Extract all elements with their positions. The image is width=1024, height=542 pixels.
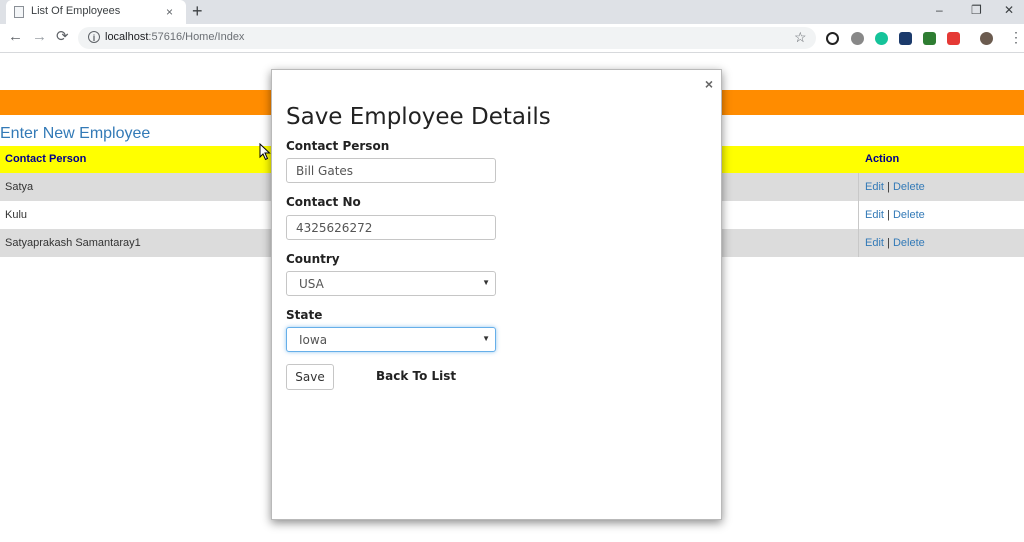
state-label: State xyxy=(286,308,323,322)
action-separator: | xyxy=(887,237,890,249)
extension-sync-icon[interactable] xyxy=(826,32,839,45)
save-employee-modal: × Save Employee Details Contact Person C… xyxy=(271,69,722,520)
chevron-down-icon: ▼ xyxy=(482,334,490,343)
modal-title: Save Employee Details xyxy=(286,104,551,130)
delete-link[interactable]: Delete xyxy=(893,209,925,221)
url-path: :57616/Home/Index xyxy=(148,31,245,43)
pocket-icon[interactable] xyxy=(947,32,960,45)
profile-avatar[interactable] xyxy=(980,32,993,45)
url-text: localhost:57616/Home/Index xyxy=(105,31,244,43)
contact-person-cell: Satya xyxy=(5,181,34,193)
url-host: localhost xyxy=(105,31,149,43)
chevron-down-icon: ▼ xyxy=(482,278,490,287)
delete-link[interactable]: Delete xyxy=(893,181,925,193)
back-arrow-icon[interactable]: ← xyxy=(8,28,23,46)
grammarly-icon[interactable] xyxy=(875,32,888,45)
site-info-icon[interactable]: i xyxy=(88,31,100,43)
state-select[interactable]: Iowa ▼ xyxy=(286,327,496,352)
extension-chart-icon[interactable] xyxy=(899,32,912,45)
minimize-icon[interactable]: – xyxy=(936,2,943,18)
edit-link[interactable]: Edit xyxy=(865,237,884,249)
action-separator: | xyxy=(887,209,890,221)
edit-link[interactable]: Edit xyxy=(865,181,884,193)
reload-icon[interactable]: ⟳ xyxy=(56,28,69,46)
save-button[interactable]: Save xyxy=(286,364,334,390)
extension-download-icon[interactable] xyxy=(923,32,936,45)
action-cell: Edit | Delete xyxy=(865,209,925,221)
contact-person-input[interactable] xyxy=(286,158,496,183)
browser-tab[interactable]: List Of Employees × xyxy=(6,0,186,24)
mouse-cursor-icon xyxy=(259,143,271,161)
browser-toolbar: ← → ⟳ i localhost:57616/Home/Index ☆ xyxy=(0,24,1024,53)
back-to-list-link[interactable]: Back To List xyxy=(376,369,456,383)
action-cell: Edit | Delete xyxy=(865,237,925,249)
bookmark-star-icon[interactable]: ☆ xyxy=(794,29,807,46)
column-divider xyxy=(858,229,859,257)
country-select[interactable]: USA ▼ xyxy=(286,271,496,296)
contact-person-label: Contact Person xyxy=(286,139,390,153)
extension-circle-icon[interactable] xyxy=(851,32,864,45)
address-bar[interactable]: i localhost:57616/Home/Index ☆ xyxy=(78,27,816,49)
contact-person-cell: Satyaprakash Samantaray1 xyxy=(5,237,141,249)
restore-icon[interactable]: ❐ xyxy=(971,2,982,18)
edit-link[interactable]: Edit xyxy=(865,209,884,221)
action-cell: Edit | Delete xyxy=(865,181,925,193)
column-divider xyxy=(858,201,859,229)
browser-tab-strip: List Of Employees × + – ❐ ✕ xyxy=(0,0,1024,24)
country-selected-value: USA xyxy=(299,277,324,291)
enter-new-employee-link[interactable]: Enter New Employee xyxy=(0,125,150,143)
delete-link[interactable]: Delete xyxy=(893,237,925,249)
state-selected-value: Iowa xyxy=(299,333,328,347)
modal-close-icon[interactable]: × xyxy=(705,76,713,92)
forward-arrow-icon[interactable]: → xyxy=(32,28,47,46)
close-window-icon[interactable]: ✕ xyxy=(1004,2,1014,18)
country-label: Country xyxy=(286,252,340,266)
browser-menu-icon[interactable]: ⋮ xyxy=(1009,30,1023,44)
contact-no-label: Contact No xyxy=(286,195,361,209)
column-divider xyxy=(858,173,859,201)
header-contact-person: Contact Person xyxy=(5,153,87,165)
new-tab-icon[interactable]: + xyxy=(192,1,203,21)
contact-no-input[interactable] xyxy=(286,215,496,240)
action-separator: | xyxy=(887,181,890,193)
close-tab-icon[interactable]: × xyxy=(166,4,173,20)
tab-title: List Of Employees xyxy=(31,5,121,17)
contact-person-cell: Kulu xyxy=(5,209,28,221)
header-action: Action xyxy=(865,153,900,165)
page-favicon-icon xyxy=(14,6,24,18)
